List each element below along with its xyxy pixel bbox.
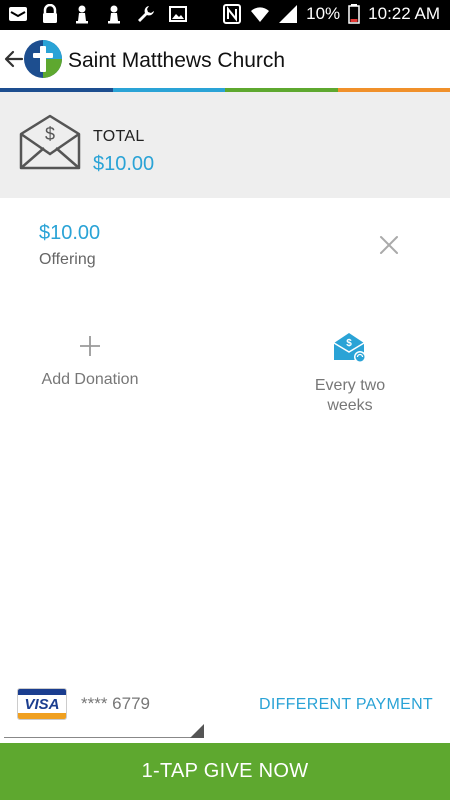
different-payment-link[interactable]: DIFFERENT PAYMENT (259, 696, 433, 714)
card-brand: VISA (24, 696, 60, 713)
donation-amount[interactable]: $10.00 (39, 222, 100, 245)
svg-text:$: $ (346, 338, 352, 349)
donation-fund: Offering (39, 251, 96, 268)
chess-pawn-icon (76, 5, 88, 24)
envelope-dollar-icon: $ (19, 114, 81, 170)
battery-icon (348, 4, 360, 24)
card-number: **** 6779 (81, 694, 151, 713)
total-panel: $ TOTAL $10.00 (0, 92, 450, 198)
total-label: TOTAL (93, 128, 145, 145)
frequency-button[interactable]: $ Every two weeks (290, 332, 410, 417)
email-icon (9, 7, 27, 21)
recurring-envelope-icon: $ (333, 333, 366, 363)
chess-pawn-icon (108, 5, 120, 24)
nfc-icon (223, 4, 242, 24)
select-underline (4, 737, 204, 738)
payment-row: VISA **** 6779 DIFFERENT PAYMENT (0, 684, 450, 742)
clock: 10:22 AM (368, 4, 440, 23)
status-bar: 10% 10:22 AM (0, 0, 450, 30)
lock-icon (43, 4, 57, 23)
svg-text:$: $ (45, 124, 55, 144)
frequency-label: Every two weeks (314, 377, 386, 414)
plus-icon (80, 336, 100, 356)
page-title: Saint Matthews Church (68, 49, 286, 72)
signal-icon (279, 5, 298, 23)
give-now-button[interactable]: 1-TAP GIVE NOW (0, 743, 450, 800)
close-icon[interactable] (378, 234, 400, 256)
battery-percent: 10% (306, 4, 341, 23)
visa-card-icon: VISA (17, 688, 67, 720)
image-icon (169, 6, 187, 22)
add-donation-label: Add Donation (41, 371, 139, 388)
dropdown-triangle-icon (190, 724, 204, 738)
add-donation-button[interactable]: Add Donation (20, 335, 160, 400)
wifi-icon (251, 7, 270, 22)
total-amount: $10.00 (93, 153, 155, 175)
church-logo-icon (24, 40, 62, 78)
app-bar: Saint Matthews Church (0, 30, 450, 88)
wrench-icon (138, 6, 154, 22)
